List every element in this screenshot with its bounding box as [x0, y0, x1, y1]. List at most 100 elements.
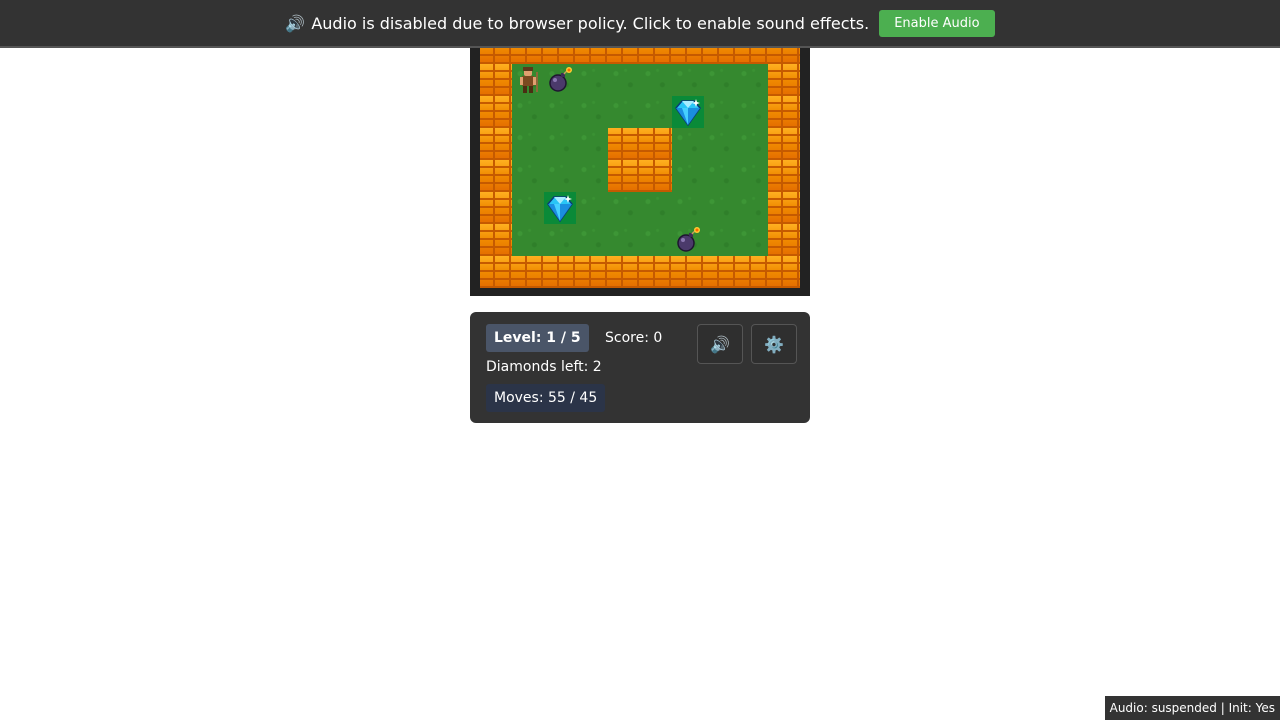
brick-wall-tile	[608, 160, 640, 192]
brick-wall-tile	[768, 48, 800, 64]
grass-tile	[576, 224, 608, 256]
grass-tile	[704, 192, 736, 224]
brick-wall-tile	[608, 128, 640, 160]
audio-disabled-message: Audio is disabled due to browser policy.…	[311, 13, 870, 33]
grass-tile	[736, 64, 768, 96]
brick-wall-tile	[480, 96, 512, 128]
brick-wall-tile	[640, 128, 672, 160]
grass-tile	[736, 192, 768, 224]
grass-tile	[640, 96, 672, 128]
brick-wall-tile	[576, 256, 608, 288]
speaker-icon: 🔊	[710, 334, 730, 354]
grass-tile	[608, 224, 640, 256]
grass-tile	[736, 160, 768, 192]
grass-tile	[512, 160, 544, 192]
grass-tile	[512, 96, 544, 128]
brick-wall-tile	[480, 256, 512, 288]
brick-wall-tile	[768, 192, 800, 224]
grass-tile	[672, 192, 704, 224]
brick-wall-tile	[512, 48, 544, 64]
brick-wall-tile	[768, 64, 800, 96]
speaker-icon: 🔊	[285, 13, 306, 33]
grass-tile	[576, 64, 608, 96]
board-viewport	[470, 48, 810, 296]
brick-wall-tile	[736, 256, 768, 288]
brick-wall-tile	[768, 256, 800, 288]
grass-tile	[704, 128, 736, 160]
brick-wall-tile	[480, 192, 512, 224]
bomb-icon	[677, 227, 700, 252]
moves-counter: Moves: 55 / 45	[486, 384, 606, 412]
grass-tile	[704, 160, 736, 192]
diamond-icon	[675, 99, 701, 127]
brick-wall-tile	[480, 64, 512, 96]
hud-panel: Level: 1 / 5 Score: 0 Diamonds left: 2 M…	[470, 312, 810, 423]
grass-tile	[544, 160, 576, 192]
game-board[interactable]	[480, 48, 800, 288]
diamond-icon	[547, 195, 573, 223]
player-icon	[520, 67, 538, 93]
grass-tile	[704, 96, 736, 128]
settings-button[interactable]: ⚙️	[751, 324, 797, 364]
brick-wall-tile	[480, 128, 512, 160]
grass-tile	[736, 128, 768, 160]
game-frame	[470, 48, 810, 296]
brick-wall-tile	[768, 128, 800, 160]
grass-tile	[544, 96, 576, 128]
brick-wall-tile	[608, 48, 640, 64]
audio-status-bar: Audio: suspended | Init: Yes	[1104, 696, 1280, 720]
brick-wall-tile	[704, 48, 736, 64]
grass-tile	[672, 64, 704, 96]
bomb-icon	[549, 67, 572, 92]
grass-tile	[512, 192, 544, 224]
grass-tile	[512, 224, 544, 256]
grass-tile	[672, 160, 704, 192]
brick-wall-tile	[480, 48, 512, 64]
audio-banner: 🔊 Audio is disabled due to browser polic…	[0, 0, 1280, 48]
brick-wall-tile	[640, 160, 672, 192]
brick-wall-tile	[768, 160, 800, 192]
brick-wall-tile	[608, 256, 640, 288]
grass-tile	[640, 192, 672, 224]
brick-wall-tile	[768, 96, 800, 128]
grass-tile	[704, 64, 736, 96]
diamond-tile	[544, 192, 576, 224]
sound-toggle-button[interactable]: 🔊	[697, 324, 743, 364]
brick-wall-tile	[768, 224, 800, 256]
grass-tile	[576, 96, 608, 128]
brick-wall-tile	[544, 48, 576, 64]
grass-tile	[544, 128, 576, 160]
brick-wall-tile	[704, 256, 736, 288]
diamonds-left-counter: Diamonds left: 2	[486, 359, 602, 375]
brick-wall-tile	[480, 160, 512, 192]
grass-tile	[512, 128, 544, 160]
grass-tile	[736, 224, 768, 256]
brick-wall-tile	[512, 256, 544, 288]
grass-tile	[640, 64, 672, 96]
grass-tile	[640, 224, 672, 256]
score-display: Score: 0	[605, 330, 663, 346]
enable-audio-button[interactable]: Enable Audio	[879, 9, 995, 37]
brick-wall-tile	[576, 48, 608, 64]
brick-wall-tile	[672, 48, 704, 64]
grass-tile	[608, 64, 640, 96]
grass-tile	[576, 192, 608, 224]
player-tile	[512, 64, 544, 96]
grass-tile	[608, 96, 640, 128]
grass-tile	[576, 160, 608, 192]
brick-wall-tile	[640, 256, 672, 288]
brick-wall-tile	[480, 224, 512, 256]
grass-tile	[608, 192, 640, 224]
grass-tile	[544, 224, 576, 256]
grass-tile	[672, 128, 704, 160]
brick-wall-tile	[736, 48, 768, 64]
bomb-tile	[544, 64, 576, 96]
gear-icon: ⚙️	[764, 334, 784, 354]
bomb-tile	[672, 224, 704, 256]
brick-wall-tile	[544, 256, 576, 288]
level-indicator: Level: 1 / 5	[486, 324, 589, 352]
brick-wall-tile	[640, 48, 672, 64]
grass-tile	[704, 224, 736, 256]
grass-tile	[576, 128, 608, 160]
brick-wall-tile	[672, 256, 704, 288]
